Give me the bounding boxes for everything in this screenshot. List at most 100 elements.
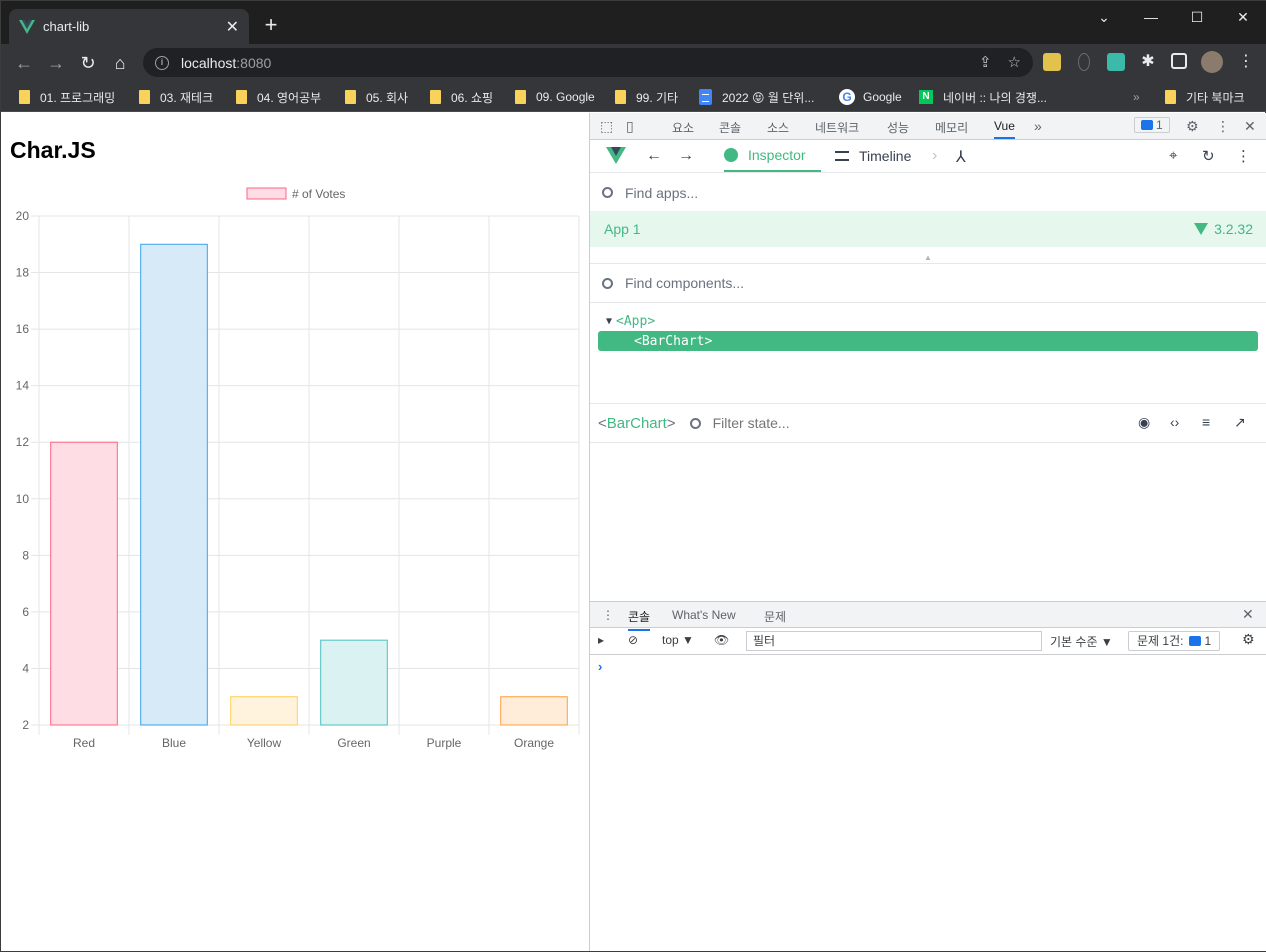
tab-vue[interactable]: Vue	[994, 119, 1015, 139]
folder-icon	[236, 90, 247, 104]
live-expression-icon[interactable]: 👁	[714, 633, 729, 647]
extension-mouse-icon[interactable]	[1078, 53, 1090, 71]
bookmark-item[interactable]: 03. 재테크	[139, 87, 213, 107]
devtools-menu-icon[interactable]: ⋮	[1216, 118, 1230, 135]
chevron-right-icon: ›	[932, 147, 938, 164]
tree-node-app[interactable]: ▼ <App>	[606, 311, 655, 331]
timeline-icon	[835, 151, 849, 161]
save-extension-icon[interactable]	[1107, 53, 1125, 71]
drawer-menu-icon[interactable]: ⋮	[602, 608, 614, 622]
y-tick-label: 4	[22, 661, 29, 675]
bookmark-item[interactable]: 99. 기타	[615, 87, 678, 107]
app-name: App 1	[604, 221, 641, 237]
tab-network[interactable]: 네트워크	[815, 119, 859, 136]
address-bar[interactable]: i localhost:8080 ⇪ ☆	[143, 48, 1033, 77]
close-drawer-icon[interactable]: ✕	[1242, 606, 1254, 623]
console-filter-input[interactable]: 필터	[746, 631, 1042, 651]
reload-icon[interactable]: ↻	[75, 50, 101, 76]
close-devtools-icon[interactable]: ✕	[1244, 118, 1256, 135]
settings-gear-icon[interactable]: ⚙	[1186, 118, 1199, 135]
find-apps-input[interactable]	[625, 184, 1025, 201]
new-tab-button[interactable]: +	[259, 13, 283, 37]
tab-search-icon[interactable]: ⌄	[1081, 5, 1127, 29]
clear-console-icon[interactable]: ⊘	[628, 633, 638, 647]
resize-handle-icon[interactable]: ▲	[924, 253, 932, 262]
close-window-button[interactable]: ✕	[1220, 5, 1266, 29]
folder-icon	[19, 90, 30, 104]
bookmark-item[interactable]: 04. 영어공부	[236, 87, 321, 107]
find-components-input[interactable]	[625, 275, 1025, 291]
filter-state-input[interactable]	[712, 415, 1093, 431]
drawer-tab-whats-new[interactable]: What's New	[672, 608, 736, 622]
context-select[interactable]: top ▼	[662, 633, 694, 647]
vue-version: 3.2.32	[1194, 221, 1253, 237]
back-icon[interactable]: ←	[11, 50, 37, 76]
extension-icon[interactable]	[1043, 53, 1061, 71]
tab-timeline[interactable]: Timeline	[835, 140, 911, 172]
component-tree-icon[interactable]: ⅄	[956, 147, 966, 167]
extensions-puzzle-icon[interactable]: ✱	[1139, 53, 1157, 71]
tab-performance[interactable]: 성능	[887, 119, 909, 136]
vue-menu-icon[interactable]: ⋮	[1236, 147, 1251, 165]
browser-tab[interactable]: chart-lib ✕	[9, 9, 249, 44]
browser-menu-icon[interactable]: ⋮	[1237, 53, 1255, 71]
scroll-to-component-icon[interactable]: ◉	[1138, 414, 1150, 431]
x-tick-label: Green	[337, 736, 370, 750]
bar-orange	[500, 696, 568, 726]
home-icon[interactable]: ⌂	[107, 50, 133, 76]
console-issues-badge[interactable]: 문제 1건: 1	[1128, 631, 1221, 651]
tab-memory[interactable]: 메모리	[935, 119, 968, 136]
bookmark-star-icon[interactable]: ☆	[1008, 53, 1021, 71]
find-components-row	[590, 263, 1266, 303]
app-list-item[interactable]: App 1 3.2.32	[590, 211, 1266, 247]
inspect-dom-icon[interactable]: ≡	[1202, 414, 1210, 430]
y-tick-label: 16	[16, 322, 30, 336]
minimize-button[interactable]: —	[1128, 5, 1174, 29]
share-icon[interactable]: ⇪	[979, 53, 992, 71]
bookmark-item[interactable]: 01. 프로그래밍	[19, 87, 115, 107]
console-settings-icon[interactable]: ⚙	[1242, 631, 1255, 648]
log-levels-select[interactable]: 기본 수준 ▼	[1050, 633, 1113, 650]
back-arrow-icon[interactable]: ←	[646, 147, 662, 165]
search-icon	[689, 417, 701, 429]
forward-arrow-icon[interactable]: →	[678, 147, 694, 165]
side-panel-icon[interactable]	[1171, 53, 1187, 69]
console-prompt-icon[interactable]: ›	[598, 659, 602, 674]
profile-avatar[interactable]	[1201, 51, 1223, 73]
folder-icon	[139, 90, 150, 104]
component-tree: ▼ <App> <BarChart>	[590, 303, 1266, 403]
issues-counter[interactable]: 1	[1134, 117, 1170, 133]
caret-down-icon[interactable]: ▼	[606, 316, 612, 327]
bookmark-item[interactable]: G Google	[839, 87, 902, 107]
drawer-tab-issues[interactable]: 문제	[764, 608, 786, 625]
tree-node-barchart[interactable]: <BarChart>	[598, 331, 1258, 351]
bookmark-item[interactable]: 09. Google	[515, 87, 595, 107]
google-icon: G	[839, 89, 855, 105]
bookmark-item[interactable]: N 네이버 :: 나의 경쟁...	[919, 87, 1047, 107]
folder-icon	[1165, 90, 1176, 104]
maximize-button[interactable]: ☐	[1174, 5, 1220, 29]
message-icon	[1141, 120, 1153, 130]
bar-green	[320, 639, 388, 726]
tab-elements[interactable]: 요소	[672, 119, 694, 136]
tab-inspector[interactable]: Inspector	[724, 140, 821, 172]
refresh-icon[interactable]: ↻	[1202, 147, 1215, 165]
select-component-icon[interactable]: ⌖	[1169, 147, 1177, 164]
bookmark-item[interactable]: 기타 북마크	[1165, 87, 1245, 107]
site-info-icon[interactable]: i	[155, 55, 169, 70]
open-in-editor-icon[interactable]: ↗	[1234, 414, 1246, 431]
forward-icon[interactable]: →	[43, 50, 69, 76]
code-icon[interactable]: ‹›	[1170, 414, 1179, 430]
docs-icon	[699, 89, 712, 105]
bookmark-item[interactable]: 06. 쇼핑	[430, 87, 493, 107]
more-bookmarks-icon[interactable]: »	[1133, 87, 1140, 107]
close-tab-icon[interactable]: ✕	[226, 17, 239, 37]
bookmark-item[interactable]: 2022 😝 월 단위...	[699, 87, 814, 107]
inspect-element-icon[interactable]: ⬚	[600, 118, 613, 135]
device-toolbar-icon[interactable]: ▯	[626, 118, 634, 135]
tab-console[interactable]: 콘솔	[719, 119, 741, 136]
sidebar-toggle-icon[interactable]: ▸	[598, 633, 604, 647]
bookmark-item[interactable]: 05. 회사	[345, 87, 408, 107]
tab-sources[interactable]: 소스	[767, 119, 789, 136]
more-tabs-icon[interactable]: »	[1034, 118, 1042, 134]
